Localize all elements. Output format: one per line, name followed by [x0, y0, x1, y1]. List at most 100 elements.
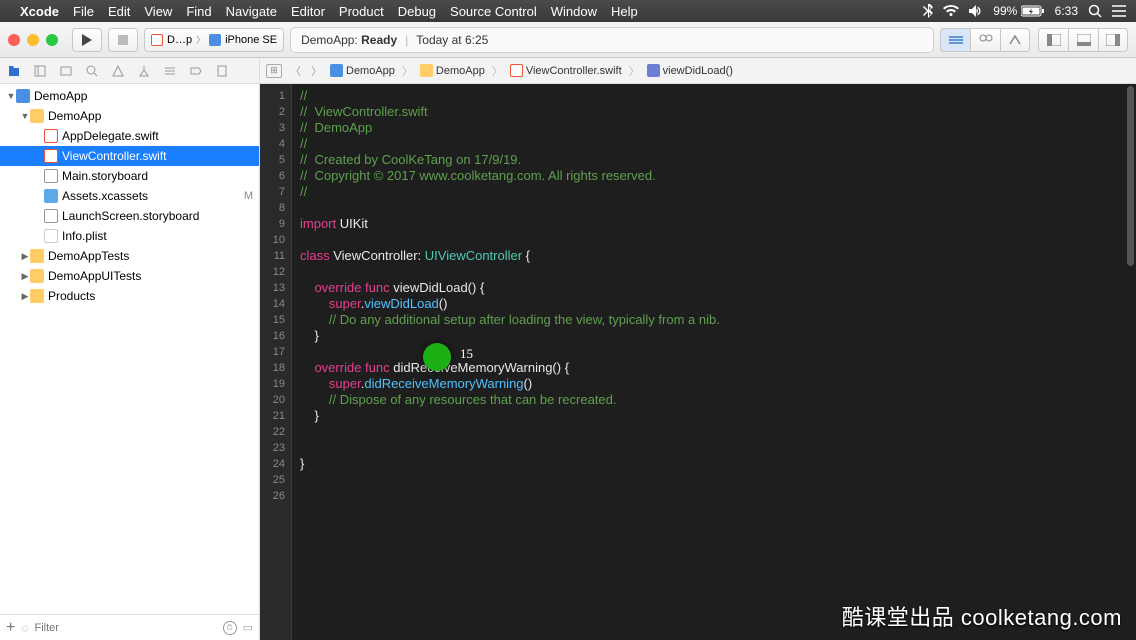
bluetooth-icon[interactable]	[923, 4, 933, 18]
close-window-button[interactable]	[8, 34, 20, 46]
filter-input[interactable]	[34, 622, 216, 634]
menu-edit[interactable]: Edit	[108, 4, 130, 19]
issue-navigator-tab[interactable]	[110, 63, 126, 79]
tree-row[interactable]: ViewController.swift	[0, 146, 259, 166]
file-icon	[30, 109, 44, 123]
assistant-editor-button[interactable]	[970, 28, 1000, 52]
menu-editor[interactable]: Editor	[291, 4, 325, 19]
clock[interactable]: 6:33	[1055, 4, 1078, 18]
file-label: ViewController.swift	[62, 149, 253, 163]
scheme-target-label: D…p	[167, 34, 192, 46]
menu-file[interactable]: File	[73, 4, 94, 19]
menu-navigate[interactable]: Navigate	[226, 4, 277, 19]
tree-row[interactable]: ▶DemoAppUITests	[0, 266, 259, 286]
test-navigator-tab[interactable]	[136, 63, 152, 79]
disclosure-triangle[interactable]: ▶	[20, 271, 30, 282]
spotlight-icon[interactable]	[1088, 4, 1102, 18]
vertical-scrollbar[interactable]	[1127, 86, 1134, 266]
file-label: DemoAppTests	[48, 249, 253, 263]
jumpbar-group[interactable]: DemoApp	[420, 64, 485, 77]
editor-mode-group	[940, 28, 1030, 52]
battery-status[interactable]: 99%	[993, 4, 1044, 18]
menu-debug[interactable]: Debug	[398, 4, 436, 19]
main-content: ▼DemoApp▼DemoApp AppDelegate.swift ViewCon…	[0, 84, 1136, 640]
jumpbar-file[interactable]: ViewController.swift	[510, 64, 622, 77]
tree-row[interactable]: ▶ Products	[0, 286, 259, 306]
file-tree[interactable]: ▼DemoApp▼DemoApp AppDelegate.swift ViewCon…	[0, 84, 259, 614]
stop-button[interactable]	[108, 28, 138, 52]
back-button[interactable]: 〈	[288, 63, 303, 79]
volume-icon[interactable]	[969, 5, 983, 17]
scheme-selector[interactable]: D…p 〉 iPhone SE	[144, 28, 284, 52]
tree-row[interactable]: LaunchScreen.storyboard	[0, 206, 259, 226]
recent-filter-button[interactable]: ⏱	[223, 621, 237, 635]
zoom-window-button[interactable]	[46, 34, 58, 46]
disclosure-triangle[interactable]: ▼	[6, 91, 16, 101]
symbol-navigator-tab[interactable]	[58, 63, 74, 79]
disclosure-triangle[interactable]: ▶	[20, 251, 30, 262]
file-label: Info.plist	[62, 229, 253, 243]
scheme-app-icon	[151, 34, 163, 46]
standard-editor-button[interactable]	[940, 28, 970, 52]
toggle-navigator-button[interactable]	[1038, 28, 1068, 52]
disclosure-triangle[interactable]: ▶	[20, 291, 30, 302]
file-icon	[16, 89, 30, 103]
menu-find[interactable]: Find	[186, 4, 211, 19]
file-label: Main.storyboard	[62, 169, 253, 183]
jumpbar-symbol[interactable]: viewDidLoad()	[647, 64, 733, 77]
toggle-utilities-button[interactable]	[1098, 28, 1128, 52]
line-number-gutter: 1234567891011121314151617181920212223242…	[260, 84, 292, 640]
toggle-debug-area-button[interactable]	[1068, 28, 1098, 52]
disclosure-triangle[interactable]: ▼	[20, 111, 30, 121]
menu-view[interactable]: View	[144, 4, 172, 19]
chevron-right-icon: 〉	[196, 33, 205, 46]
tree-row[interactable]: Main.storyboard	[0, 166, 259, 186]
tree-row[interactable]: Info.plist	[0, 226, 259, 246]
menu-product[interactable]: Product	[339, 4, 384, 19]
report-navigator-tab[interactable]	[214, 63, 230, 79]
file-icon	[44, 209, 58, 223]
cursor-line-label: 15	[460, 346, 473, 362]
project-icon	[330, 64, 343, 77]
menu-window[interactable]: Window	[551, 4, 597, 19]
status-title: DemoApp: Ready	[301, 33, 397, 47]
tree-row[interactable]: AppDelegate.swift	[0, 126, 259, 146]
file-label: AppDelegate.swift	[62, 129, 253, 143]
add-file-button[interactable]: +	[6, 619, 15, 637]
code-area[interactable]: //// ViewController.swift// DemoApp//// …	[292, 84, 1136, 640]
cursor-indicator	[423, 343, 451, 371]
project-navigator: ▼DemoApp▼DemoApp AppDelegate.swift ViewCon…	[0, 84, 260, 640]
filter-icon: ◌	[21, 621, 28, 635]
window-controls	[8, 34, 58, 46]
swift-file-icon	[510, 64, 523, 77]
tree-row[interactable]: ▼DemoApp	[0, 86, 259, 106]
file-icon	[30, 269, 44, 283]
app-name[interactable]: Xcode	[20, 4, 59, 19]
forward-button[interactable]: 〉	[309, 63, 324, 79]
related-items-button[interactable]: ⊞	[266, 64, 282, 78]
source-control-navigator-tab[interactable]	[32, 63, 48, 79]
menu-source-control[interactable]: Source Control	[450, 4, 537, 19]
folder-icon	[420, 64, 433, 77]
notification-center-icon[interactable]	[1112, 5, 1126, 17]
file-icon	[30, 289, 44, 303]
file-icon	[44, 169, 58, 183]
source-editor[interactable]: 1234567891011121314151617181920212223242…	[260, 84, 1136, 640]
menu-help[interactable]: Help	[611, 4, 638, 19]
scm-filter-button[interactable]: ▭	[243, 621, 253, 634]
scm-status-badge: M	[244, 190, 253, 202]
tree-row[interactable]: Assets.xcassetsM	[0, 186, 259, 206]
debug-navigator-tab[interactable]	[162, 63, 178, 79]
tree-row[interactable]: ▼DemoApp	[0, 106, 259, 126]
file-icon	[44, 189, 58, 203]
tree-row[interactable]: ▶ DemoAppTests	[0, 246, 259, 266]
project-navigator-tab[interactable]	[6, 63, 22, 79]
wifi-icon[interactable]	[943, 5, 959, 17]
find-navigator-tab[interactable]	[84, 63, 100, 79]
run-button[interactable]	[72, 28, 102, 52]
breakpoint-navigator-tab[interactable]	[188, 63, 204, 79]
minimize-window-button[interactable]	[27, 34, 39, 46]
jumpbar-project[interactable]: DemoApp	[330, 64, 395, 77]
version-editor-button[interactable]	[1000, 28, 1030, 52]
file-label: Products	[48, 289, 253, 303]
